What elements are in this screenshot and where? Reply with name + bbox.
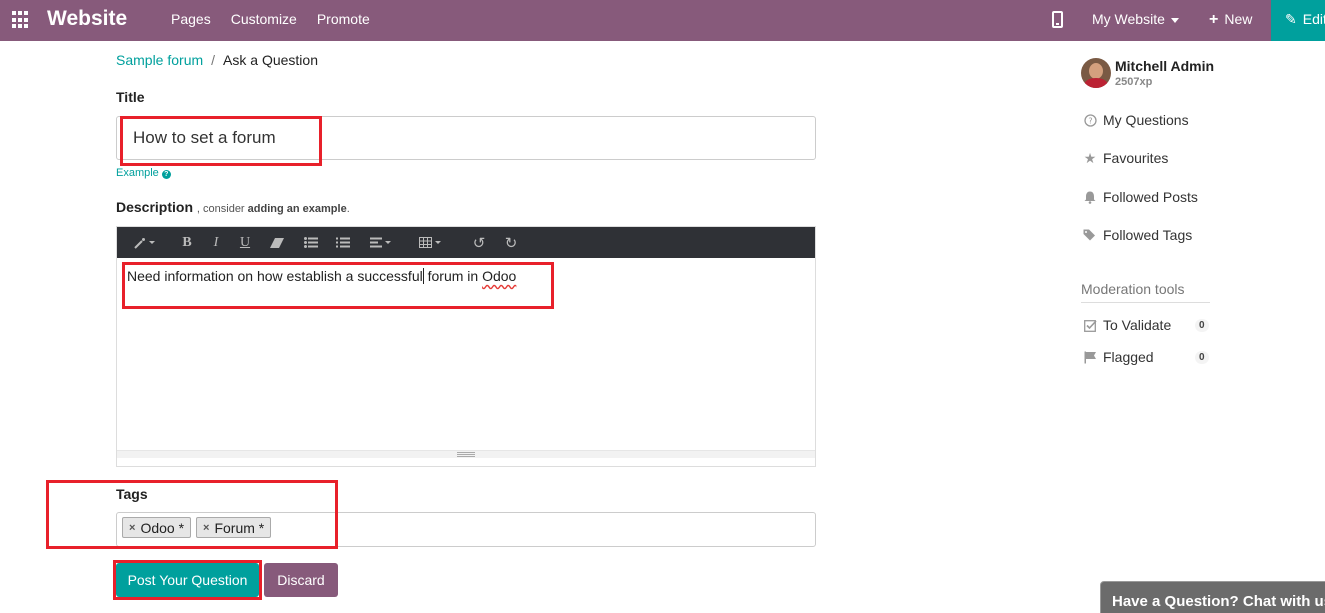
italic-icon[interactable]: I [206,227,226,258]
redo-icon[interactable]: ↻ [501,227,521,258]
user-name[interactable]: Mitchell Admin [1115,58,1214,74]
sidebar-item-favourites[interactable]: ★ Favourites [1083,149,1169,167]
description-hint-prefix: , consider [196,203,245,215]
description-label: Description , consider adding an example… [116,199,350,215]
description-hint-bold: adding an example [247,203,347,215]
bell-icon [1083,190,1097,204]
check-square-icon [1083,318,1097,332]
title-label: Title [116,89,145,105]
description-text-part: forum in [423,268,483,284]
new-content-label: New [1224,11,1253,27]
tags-label: Tags [116,486,148,502]
table-icon[interactable] [415,227,445,258]
pencil-icon: ✎ [1285,11,1297,27]
question-circle-icon: ? [1083,113,1097,127]
title-input[interactable] [116,116,816,160]
website-switcher-label: My Website [1092,11,1165,27]
sidebar-item-label: To Validate [1103,317,1172,333]
mobile-preview-icon[interactable] [1052,11,1063,28]
plus-icon: + [1209,11,1219,28]
user-karma: 2507xp [1115,76,1153,88]
avatar[interactable] [1081,58,1111,88]
apps-grid-icon[interactable] [12,11,30,29]
tags-input[interactable]: × Odoo * × Forum * [116,512,816,547]
description-label-text: Description [116,199,194,215]
description-hint-suffix: . [346,203,350,215]
sidebar-item-label: My Questions [1103,112,1189,128]
description-text: Need information on how establish a succ… [127,268,516,284]
question-circle-icon: ? [161,170,171,179]
remove-tag-icon[interactable]: × [129,522,135,534]
flagged-count-badge: 0 [1195,351,1209,364]
sidebar-item-label: Followed Posts [1103,189,1198,205]
tag-chip: × Odoo * [122,517,192,538]
description-hint: , consider adding an example. [197,203,350,215]
sidebar-item-to-validate[interactable]: To Validate [1083,317,1171,333]
star-icon: ★ [1083,149,1097,166]
bullet-list-icon[interactable] [301,227,321,258]
breadcrumb-forum-link[interactable]: Sample forum [116,52,203,68]
to-validate-count-badge: 0 [1195,319,1209,332]
website-switcher[interactable]: My Website [1092,11,1179,27]
flag-icon [1083,350,1097,364]
breadcrumb-current: Ask a Question [223,52,318,68]
discard-button[interactable]: Discard [264,563,338,597]
example-link-label: Example [116,167,159,179]
top-navbar: Website Pages Customize Promote My Websi… [0,0,1325,41]
underline-icon[interactable]: U [235,227,255,258]
live-chat-button[interactable]: Have a Question? Chat with us. [1100,581,1325,613]
app-title: Website [47,7,128,30]
menu-pages[interactable]: Pages [171,11,211,27]
top-menu: Pages Customize Promote [171,11,370,27]
description-text-part: Need information on how establish a succ… [127,268,423,284]
sidebar-item-followed-tags[interactable]: Followed Tags [1083,227,1192,243]
sidebar-item-label: Flagged [1103,349,1154,365]
menu-promote[interactable]: Promote [317,11,370,27]
bold-icon[interactable]: B [177,227,197,258]
description-textarea[interactable]: Need information on how establish a succ… [117,258,815,458]
tags-icon [1083,228,1097,242]
remove-tag-icon[interactable]: × [203,522,209,534]
svg-text:?: ? [1088,116,1092,125]
breadcrumb-separator: / [211,52,216,68]
misspelled-word: Odoo [482,268,517,284]
numbered-list-icon[interactable] [333,227,353,258]
sidebar-item-label: Followed Tags [1103,227,1193,243]
tag-label: Forum * [214,519,265,536]
edit-button-label: Edit [1302,11,1325,27]
sidebar-item-my-questions[interactable]: ? My Questions [1083,112,1189,128]
breadcrumb: Sample forum / Ask a Question [116,52,318,68]
example-link[interactable]: Example? [116,167,171,179]
edit-button[interactable]: ✎ Edit [1271,0,1325,41]
new-content-button[interactable]: + New [1209,11,1252,29]
undo-icon[interactable]: ↺ [469,227,489,258]
grip-icon [457,452,475,457]
menu-customize[interactable]: Customize [231,11,297,27]
eraser-icon[interactable] [267,227,287,258]
chevron-down-icon [1170,17,1179,23]
editor-toolbar: B I U ↺ ↻ [117,227,815,258]
sidebar-item-flagged[interactable]: Flagged [1083,349,1154,365]
tag-chip: × Forum * [196,517,272,538]
sidebar-item-label: Favourites [1103,150,1169,166]
sidebar-item-followed-posts[interactable]: Followed Posts [1083,189,1198,205]
align-icon[interactable] [365,227,395,258]
magic-wand-icon[interactable] [129,227,159,258]
description-editor: B I U ↺ ↻ Need information on how establ… [116,226,816,467]
moderation-tools-title: Moderation tools [1081,281,1210,303]
post-question-button[interactable]: Post Your Question [116,563,259,597]
editor-resize-handle[interactable] [117,450,815,458]
tag-label: Odoo * [140,519,185,536]
